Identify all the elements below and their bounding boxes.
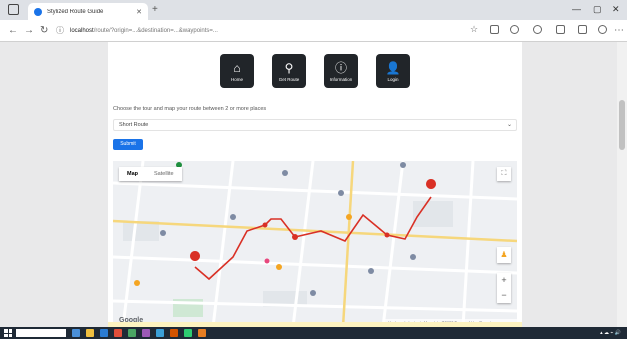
shop-poi-marker — [264, 258, 270, 264]
street-view-pegman-icon[interactable]: ♟ — [497, 247, 511, 263]
more-menu-icon[interactable]: ⋯ — [614, 24, 624, 38]
taskbar-app-icon[interactable] — [198, 329, 206, 337]
start-icon[interactable] — [4, 329, 12, 337]
nav-home-button[interactable]: ⌂ Home — [220, 54, 254, 88]
taskbar-app-icon[interactable] — [72, 329, 80, 337]
nav-buttons: ⌂ Home ⚲ Get Route ⓘ Information 👤 Login — [108, 54, 522, 88]
taskbar-app-icon[interactable] — [170, 329, 178, 337]
map-type-map[interactable]: Map — [119, 167, 146, 181]
folder-icon[interactable] — [86, 329, 94, 337]
browser-tab-strip: Stylized Route Guide ✕ + — ▢ ✕ — [0, 0, 627, 20]
edge-icon[interactable] — [100, 329, 108, 337]
extension-icon[interactable] — [510, 25, 519, 34]
close-window-icon[interactable]: ✕ — [612, 2, 620, 16]
nav-get-route-label: Get Route — [278, 76, 300, 82]
url-field[interactable]: localhost/route/?origin=...&destination=… — [70, 24, 450, 38]
map-type-control: Map Satellite — [119, 167, 182, 181]
taskbar-app-icon[interactable] — [184, 329, 192, 337]
window-menu-icon[interactable] — [8, 4, 19, 15]
favicon-icon — [34, 7, 42, 16]
scrollbar-thumb[interactable] — [619, 100, 625, 150]
submit-button[interactable]: Submit — [113, 139, 143, 150]
map-type-satellite[interactable]: Satellite — [146, 167, 182, 181]
tab-title: Stylized Route Guide — [47, 8, 104, 15]
browser-tab[interactable]: Stylized Route Guide ✕ — [28, 3, 148, 20]
main-content: ⌂ Home ⚲ Get Route ⓘ Information 👤 Login… — [108, 42, 522, 327]
route-help-text: Choose the tour and map your route betwe… — [113, 106, 267, 112]
taskbar-app-icon[interactable] — [114, 329, 122, 337]
taskbar-app-icon[interactable] — [142, 329, 150, 337]
nav-home-label: Home — [230, 76, 243, 82]
system-tray[interactable]: ▴ ☁ ⌁ 🔊 — [600, 327, 621, 339]
zoom-out-button[interactable]: − — [497, 288, 511, 303]
waypoint-marker[interactable] — [292, 234, 298, 240]
profile-icon[interactable] — [598, 25, 607, 34]
map-canvas[interactable] — [113, 161, 517, 327]
chevron-down-icon: ⌄ — [506, 122, 512, 128]
refresh-extension-icon[interactable] — [533, 25, 542, 34]
nav-login-label: Login — [387, 76, 399, 82]
fullscreen-icon[interactable]: ⛶ — [497, 167, 511, 181]
page-scrollbar[interactable] — [617, 42, 627, 327]
minimize-icon[interactable]: — — [572, 2, 581, 16]
route-select[interactable]: Short Route ⌄ — [113, 119, 517, 131]
zoom-control: + − — [497, 273, 511, 303]
waypoint-marker[interactable] — [384, 232, 390, 238]
collections-icon[interactable] — [556, 25, 565, 34]
info-icon[interactable]: ⓘ — [56, 24, 64, 38]
tab-close-icon[interactable]: ✕ — [136, 8, 142, 16]
split-icon[interactable] — [578, 25, 587, 34]
taskbar-app-icon[interactable] — [156, 329, 164, 337]
back-icon[interactable]: ← — [8, 24, 18, 38]
zoom-in-button[interactable]: + — [497, 273, 511, 288]
waypoint-marker[interactable] — [262, 222, 268, 228]
nav-information-label: Information — [329, 76, 353, 82]
taskbar-app-icon[interactable] — [128, 329, 136, 337]
favorite-icon[interactable]: ☆ — [470, 25, 479, 34]
user-icon: 👤 — [385, 60, 401, 75]
maximize-icon[interactable]: ▢ — [593, 2, 602, 16]
address-bar: ← → ↻ ⓘ localhost/route/?origin=...&dest… — [0, 20, 627, 42]
os-taskbar: ▴ ☁ ⌁ 🔊 — [0, 327, 627, 339]
page-viewport: ⌂ Home ⚲ Get Route ⓘ Information 👤 Login… — [0, 42, 627, 327]
reading-mode-icon[interactable] — [490, 25, 499, 34]
google-map[interactable]: Map Satellite ⛶ ♟ + − Google Keyboard sh… — [113, 161, 517, 327]
reload-icon[interactable]: ↻ — [40, 24, 48, 38]
nav-login-button[interactable]: 👤 Login — [376, 54, 410, 88]
nav-get-route-button[interactable]: ⚲ Get Route — [272, 54, 306, 88]
new-tab-icon[interactable]: + — [152, 3, 158, 17]
home-icon: ⌂ — [233, 60, 241, 75]
nav-information-button[interactable]: ⓘ Information — [324, 54, 358, 88]
info-icon: ⓘ — [334, 60, 347, 75]
forward-icon[interactable]: → — [24, 24, 34, 38]
route-select-value: Short Route — [119, 122, 149, 128]
map-marker-icon: ⚲ — [284, 60, 294, 75]
taskbar-search[interactable] — [16, 329, 66, 337]
